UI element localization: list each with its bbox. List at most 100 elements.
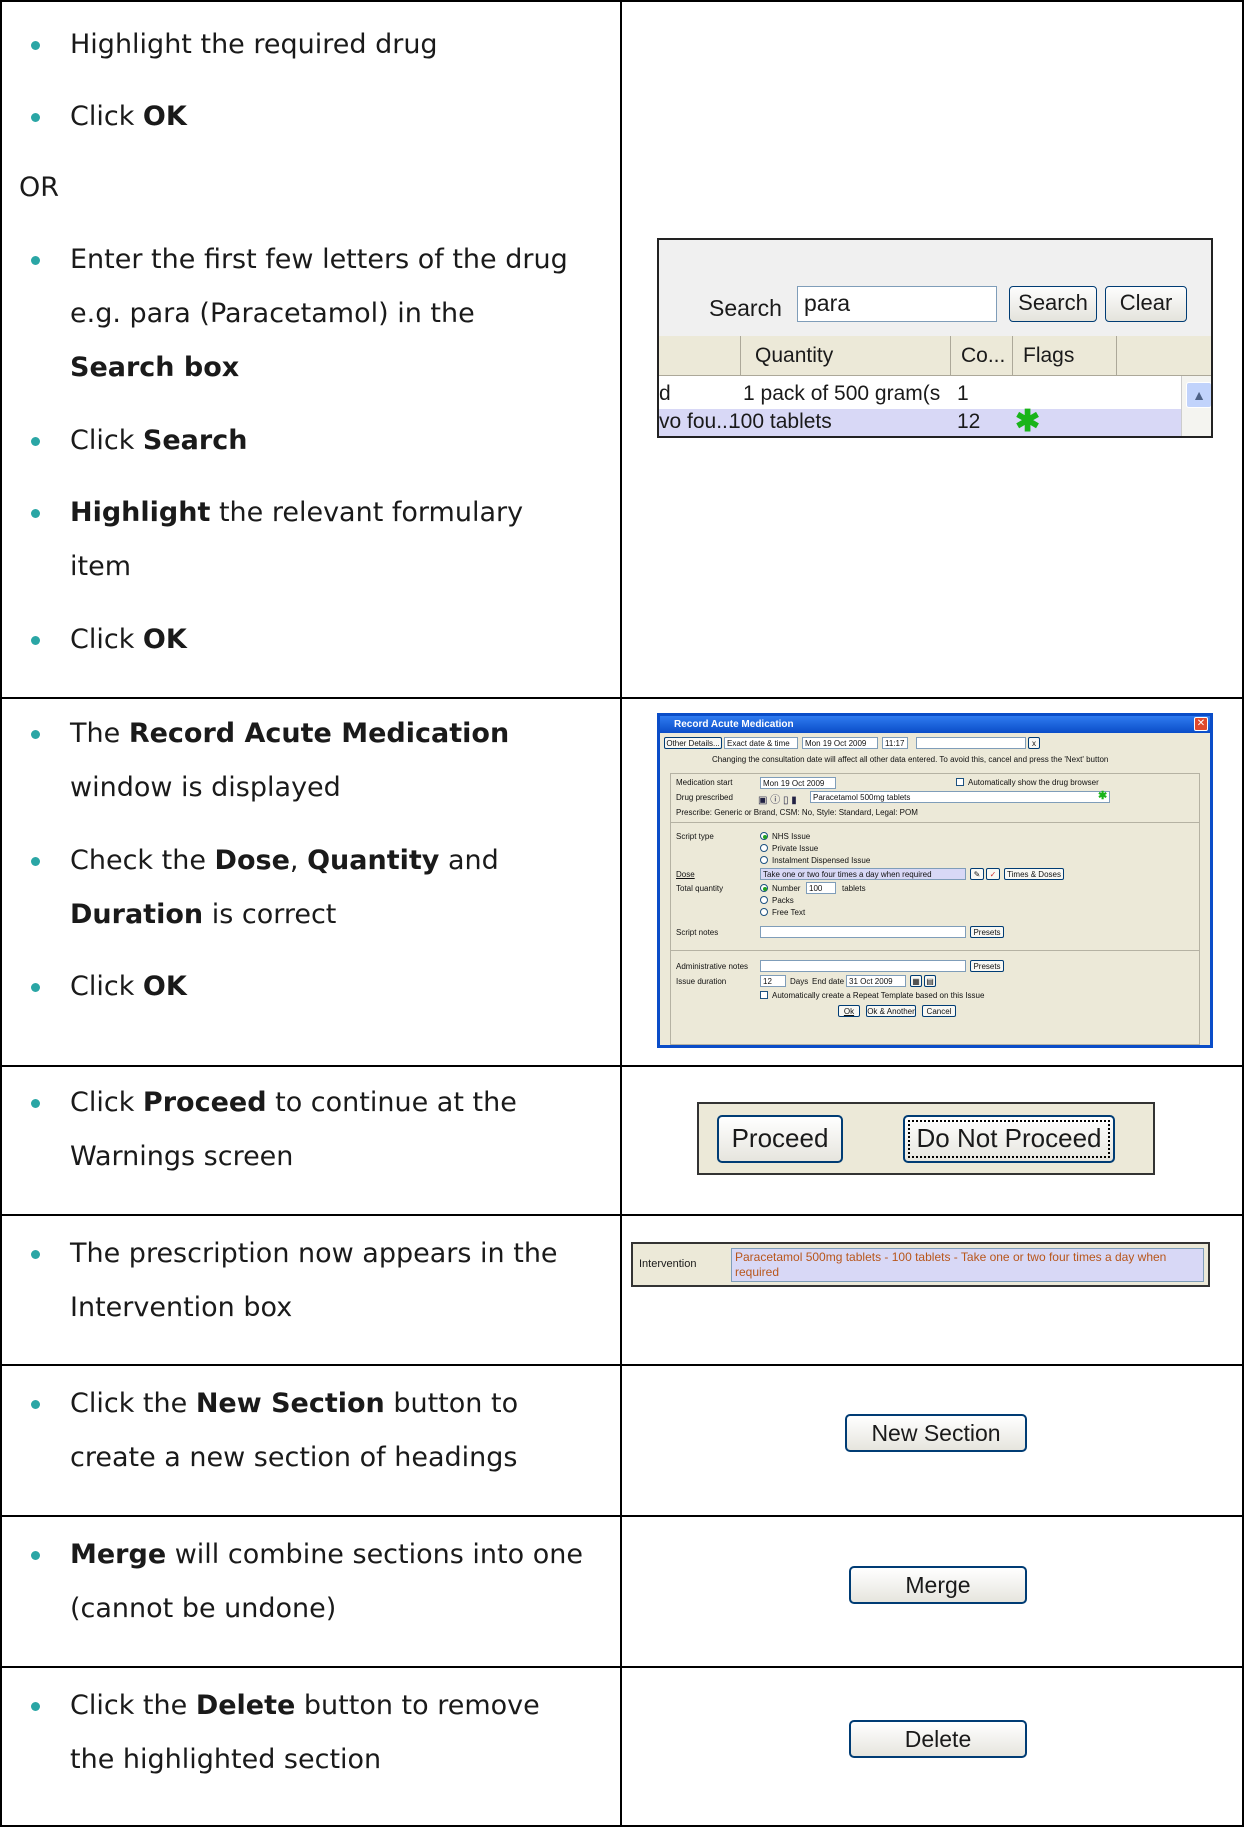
- search-label: Search: [709, 295, 782, 321]
- table-column-divider: [620, 0, 622, 1827]
- qty-option: Packs: [772, 896, 794, 905]
- bullet-icon: [31, 1099, 40, 1108]
- instruction-line: Duration is correct: [70, 899, 337, 930]
- do-not-proceed-button[interactable]: Do Not Proceed: [903, 1115, 1115, 1163]
- instruction-line: Highlight the required drug: [70, 29, 438, 60]
- script-notes-field[interactable]: [760, 926, 966, 938]
- column-header-blank: [659, 336, 741, 376]
- drug-search-screenshot: Search para Search Clear Quantity Co... …: [657, 238, 1213, 438]
- date-mode-select[interactable]: Exact date & time: [724, 737, 798, 749]
- divider: [670, 822, 1200, 823]
- quantity-unit: tablets: [842, 884, 866, 893]
- table-border-left: [0, 0, 2, 1827]
- repeat-template-checkbox[interactable]: [760, 991, 768, 999]
- consultation-date-notice: Changing the consultation date will affe…: [712, 755, 1109, 764]
- drug-tools-icon[interactable]: ▣ ⓘ ▯ ▮: [758, 791, 797, 806]
- consultation-extra-select[interactable]: [916, 737, 1026, 749]
- total-quantity-label: Total quantity: [676, 884, 724, 893]
- instruction-line: Enter the first few letters of the drug: [70, 244, 568, 275]
- instruction-line: Warnings screen: [70, 1141, 294, 1172]
- intervention-label: Intervention: [639, 1258, 697, 1270]
- admin-notes-presets-button[interactable]: Presets: [970, 960, 1004, 972]
- row-divider: [0, 1515, 1244, 1517]
- result-cell: d: [659, 382, 671, 405]
- script-type-label: Script type: [676, 832, 714, 841]
- end-date-select[interactable]: 31 Oct 2009: [846, 975, 906, 987]
- drug-prescribed-field[interactable]: Paracetamol 500mg tablets: [810, 791, 1110, 803]
- instruction-line: e.g. para (Paracetamol) in the: [70, 298, 475, 329]
- qty-free-text-radio[interactable]: [760, 908, 768, 916]
- private-issue-radio[interactable]: [760, 844, 768, 852]
- row-divider: [0, 1666, 1244, 1668]
- bullet-icon: [31, 636, 40, 645]
- dose-check-icon[interactable]: ✓: [986, 868, 1000, 880]
- dose-field[interactable]: Take one or two four times a day when re…: [760, 868, 966, 880]
- bullet-icon: [31, 113, 40, 122]
- result-cell: 1 pack of 500 gram(s: [743, 382, 941, 405]
- bullet-icon: [31, 437, 40, 446]
- instruction-line: create a new section of headings: [70, 1442, 518, 1473]
- script-type-option: Instalment Dispensed Issue: [772, 856, 871, 865]
- instruction-line: Click Search: [70, 425, 248, 456]
- bullet-icon: [31, 1551, 40, 1560]
- delete-button[interactable]: Delete: [849, 1720, 1027, 1758]
- scrollbar[interactable]: ▲: [1181, 376, 1211, 436]
- issue-duration-field[interactable]: 12: [760, 975, 786, 987]
- script-notes-presets-button[interactable]: Presets: [970, 926, 1004, 938]
- ok-button[interactable]: Ok: [838, 1005, 860, 1017]
- result-cell: 12: [957, 410, 981, 433]
- consultation-time-field[interactable]: 11:17: [882, 737, 908, 749]
- bullet-icon: [31, 1250, 40, 1259]
- medication-start-select[interactable]: Mon 19 Oct 2009: [760, 777, 836, 789]
- nhs-issue-radio[interactable]: [760, 832, 768, 840]
- divider: [670, 950, 1200, 951]
- record-acute-medication-dialog: Record Acute Medication ✕ Other Details.…: [657, 713, 1213, 1048]
- auto-browser-checkbox[interactable]: [956, 778, 964, 786]
- consultation-date-select[interactable]: Mon 19 Oct 2009: [802, 737, 878, 749]
- instruction-line: Merge will combine sections into one: [70, 1539, 583, 1570]
- merge-button[interactable]: Merge: [849, 1566, 1027, 1604]
- column-header-quantity[interactable]: Quantity: [741, 336, 951, 376]
- admin-notes-field[interactable]: [760, 960, 966, 972]
- bullet-icon: [31, 857, 40, 866]
- clear-icon[interactable]: x: [1028, 737, 1040, 749]
- dose-tool-icon[interactable]: ✎: [970, 868, 984, 880]
- search-button[interactable]: Search: [1009, 286, 1097, 322]
- new-section-button[interactable]: New Section: [845, 1414, 1027, 1452]
- bullet-icon: [31, 41, 40, 50]
- column-header-flags[interactable]: Flags: [1013, 336, 1117, 376]
- instruction-line: Click OK: [70, 101, 187, 132]
- instruction-line: Click Proceed to continue at the: [70, 1087, 517, 1118]
- qty-packs-radio[interactable]: [760, 896, 768, 904]
- dialog-title: Record Acute Medication: [660, 716, 1210, 733]
- calculator-icon[interactable]: ▤: [924, 975, 936, 987]
- repeat-template-label: Automatically create a Repeat Template b…: [772, 991, 985, 1000]
- issue-duration-label: Issue duration: [676, 977, 727, 986]
- row-divider: [0, 1065, 1244, 1067]
- close-icon[interactable]: ✕: [1194, 717, 1208, 731]
- instalment-issue-radio[interactable]: [760, 856, 768, 864]
- instruction-line: Click the New Section button to: [70, 1388, 519, 1419]
- other-details-button[interactable]: Other Details...: [664, 737, 722, 749]
- instruction-line: Click OK: [70, 971, 187, 1002]
- days-label: Days: [790, 977, 809, 986]
- script-notes-label: Script notes: [676, 928, 719, 937]
- result-cell: vo fou...: [659, 410, 734, 433]
- search-input[interactable]: para: [797, 286, 997, 322]
- quantity-stepper[interactable]: 100: [806, 882, 836, 894]
- instruction-line: window is displayed: [70, 772, 341, 803]
- scroll-up-icon[interactable]: ▲: [1186, 382, 1211, 408]
- bullet-icon: [31, 730, 40, 739]
- proceed-button[interactable]: Proceed: [717, 1115, 843, 1163]
- ok-another-button[interactable]: Ok & Another: [866, 1005, 916, 1017]
- column-header-count[interactable]: Co...: [951, 336, 1013, 376]
- table-border-top: [0, 0, 1244, 2]
- times-doses-button[interactable]: Times & Doses: [1004, 868, 1064, 880]
- bullet-icon: [31, 509, 40, 518]
- calendar-icon[interactable]: ▦: [910, 975, 922, 987]
- clear-button[interactable]: Clear: [1105, 286, 1187, 322]
- intervention-field[interactable]: Paracetamol 500mg tablets - 100 tablets …: [731, 1248, 1204, 1282]
- row-divider: [0, 697, 1244, 699]
- qty-number-radio[interactable]: [760, 884, 768, 892]
- cancel-button[interactable]: Cancel: [922, 1005, 956, 1017]
